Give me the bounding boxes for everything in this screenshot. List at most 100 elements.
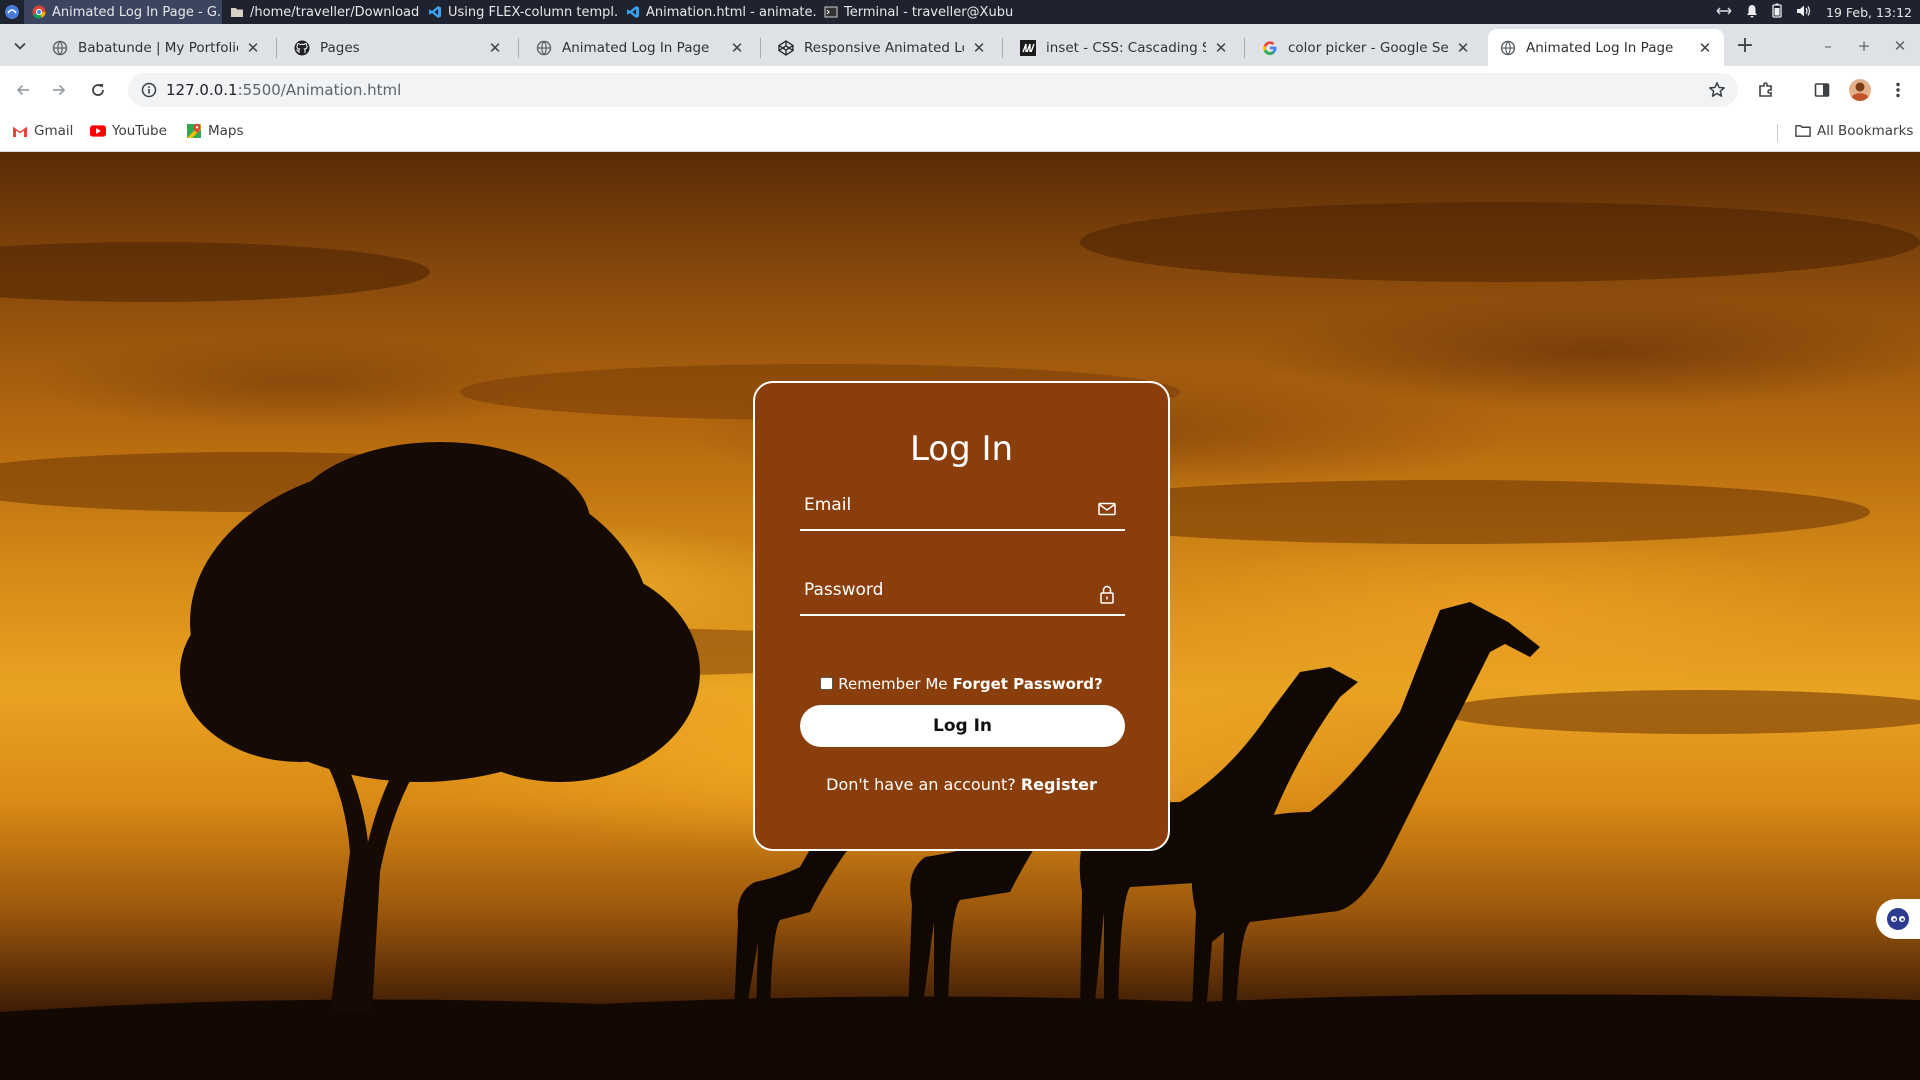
bookmark-star-icon[interactable]	[1706, 79, 1728, 101]
tab-portfolio[interactable]: Babatunde | My Portfolio ✕	[40, 29, 272, 66]
tab-codepen-login[interactable]: Responsive Animated Log In ✕	[766, 29, 998, 66]
codepen-icon	[778, 39, 794, 56]
browser-toolbar: 127.0.0.1:5500/Animation.html	[0, 66, 1920, 114]
close-icon[interactable]: ✕	[486, 39, 504, 57]
close-icon[interactable]: ✕	[1696, 39, 1714, 57]
vscode-icon	[626, 5, 640, 19]
bookmark-label: All Bookmarks	[1817, 123, 1914, 139]
system-tray: 19 Feb, 13:12	[1716, 0, 1912, 24]
all-bookmarks-button[interactable]: All Bookmarks	[1795, 123, 1913, 139]
tab-title: Babatunde | My Portfolio	[78, 39, 238, 56]
taskbar-item-label: Terminal - traveller@Xubu...	[844, 4, 1014, 20]
forward-arrow-icon[interactable]	[45, 76, 73, 104]
close-icon[interactable]: ✕	[970, 39, 988, 57]
globe-icon	[52, 40, 68, 56]
os-top-panel: Animated Log In Page - G... /home/travel…	[0, 0, 1920, 24]
bookmark-youtube[interactable]: YouTube	[90, 123, 167, 139]
mdn-icon	[1020, 39, 1036, 56]
login-button[interactable]: Log In	[800, 705, 1125, 747]
battery-icon[interactable]	[1772, 3, 1782, 21]
tab-title: Animated Log In Page	[562, 39, 710, 56]
tab-title: Responsive Animated Log In	[804, 39, 964, 56]
profile-avatar[interactable]	[1846, 76, 1874, 104]
terminal-icon	[824, 5, 838, 19]
url-path: :5500/Animation.html	[237, 81, 402, 99]
remember-me-label[interactable]: Remember Me	[838, 675, 947, 693]
taskbar-item-terminal[interactable]: Terminal - traveller@Xubu...	[816, 0, 1014, 24]
page-viewport: Log In Email Password Remember Me Forget…	[0, 152, 1920, 1080]
email-label: Email	[804, 495, 852, 515]
assistant-face-icon	[1887, 908, 1909, 930]
reload-icon[interactable]	[84, 76, 112, 104]
github-icon	[294, 40, 310, 56]
google-icon	[1262, 40, 1278, 56]
folder-icon	[230, 5, 244, 19]
bookmark-label: Gmail	[34, 123, 74, 139]
remember-row: Remember Me Forget Password?	[755, 675, 1168, 693]
maximize-icon[interactable]: +	[1852, 34, 1876, 58]
bookmarks-bar: Gmail YouTube Maps All Bookmarks	[0, 114, 1920, 152]
register-row: Don't have an account? Register	[755, 775, 1168, 794]
tab-title: Animated Log In Page	[1526, 39, 1674, 56]
tab-animated-login-1[interactable]: Animated Log In Page ✕	[524, 29, 756, 66]
taskbar-item-vscode-2[interactable]: Animation.html - animate...	[618, 0, 816, 24]
url-host: 127.0.0.1	[166, 81, 238, 99]
menu-kebab-icon[interactable]	[1884, 76, 1912, 104]
maps-icon	[186, 123, 202, 139]
close-icon[interactable]: ✕	[244, 39, 262, 57]
taskbar-item-files[interactable]: /home/traveller/Downloads	[222, 0, 420, 24]
bookmark-gmail[interactable]: Gmail	[12, 123, 73, 139]
lock-icon	[1097, 584, 1117, 604]
tab-google-color-picker[interactable]: color picker - Google Search ✕	[1250, 29, 1482, 66]
close-icon[interactable]: ✕	[728, 39, 746, 57]
taskbar-item-label: Animated Log In Page - G...	[52, 4, 222, 20]
tab-animated-login-active[interactable]: Animated Log In Page ✕	[1488, 29, 1724, 66]
email-field[interactable]: Email	[800, 485, 1125, 531]
whisker-menu-icon[interactable]	[0, 0, 24, 24]
window-close-icon[interactable]: ✕	[1888, 34, 1912, 58]
folder-icon	[1795, 123, 1811, 139]
youtube-icon	[90, 123, 106, 139]
tab-title: inset - CSS: Cascading Style	[1046, 39, 1206, 56]
password-field[interactable]: Password	[800, 570, 1125, 616]
site-info-icon[interactable]	[132, 73, 166, 107]
side-panel-icon[interactable]	[1808, 76, 1836, 104]
tab-search-chevron-icon[interactable]	[8, 34, 32, 58]
address-bar[interactable]: 127.0.0.1:5500/Animation.html	[128, 73, 1738, 107]
notification-bell-icon[interactable]	[1746, 4, 1758, 21]
assistant-widget[interactable]	[1876, 899, 1920, 939]
back-arrow-icon[interactable]	[9, 76, 37, 104]
globe-icon	[536, 40, 552, 56]
close-icon[interactable]: ✕	[1212, 39, 1230, 57]
extensions-puzzle-icon[interactable]	[1752, 76, 1780, 104]
taskbar-item-vscode-1[interactable]: Using FLEX-column templ...	[420, 0, 618, 24]
forgot-password-link[interactable]: Forget Password?	[953, 675, 1103, 693]
register-prompt: Don't have an account?	[826, 775, 1016, 794]
tab-title: Pages	[320, 39, 360, 56]
acacia-tree-silhouette	[180, 442, 700, 1012]
remember-me-checkbox[interactable]	[820, 676, 834, 690]
chrome-icon	[32, 5, 46, 19]
new-tab-plus-icon[interactable]: +	[1734, 35, 1756, 58]
taskbar-item-chrome[interactable]: Animated Log In Page - G...	[24, 0, 222, 24]
network-icon[interactable]	[1716, 5, 1732, 20]
tab-pages[interactable]: Pages ✕	[282, 29, 514, 66]
tab-title: color picker - Google Search	[1288, 39, 1448, 56]
close-icon[interactable]: ✕	[1454, 39, 1472, 57]
bookmark-label: YouTube	[112, 123, 167, 139]
volume-icon[interactable]	[1796, 4, 1812, 21]
taskbar-item-label: Using FLEX-column templ...	[448, 4, 618, 20]
password-label: Password	[804, 580, 884, 600]
register-link[interactable]: Register	[1021, 775, 1097, 794]
clock[interactable]: 19 Feb, 13:12	[1826, 5, 1912, 20]
tab-mdn-inset[interactable]: inset - CSS: Cascading Style ✕	[1008, 29, 1240, 66]
login-card: Log In Email Password Remember Me Forget…	[753, 381, 1170, 851]
gmail-icon	[12, 123, 28, 139]
bookmark-maps[interactable]: Maps	[186, 123, 244, 139]
login-title: Log In	[909, 429, 1014, 469]
envelope-icon	[1097, 499, 1117, 519]
bookmark-label: Maps	[208, 123, 244, 139]
vscode-icon	[428, 5, 442, 19]
minimize-icon[interactable]: –	[1816, 34, 1840, 58]
url-text[interactable]: 127.0.0.1:5500/Animation.html	[166, 81, 401, 99]
